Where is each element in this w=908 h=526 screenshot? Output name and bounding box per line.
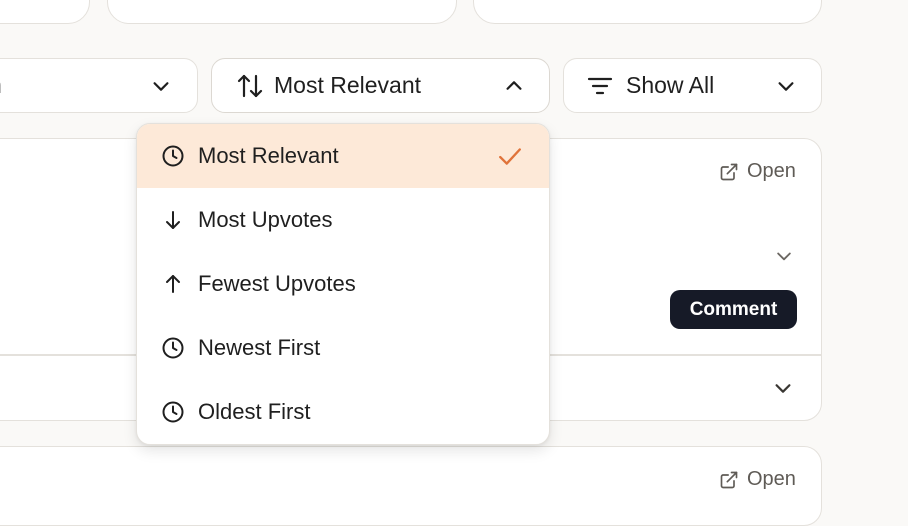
arrow-down-icon (166, 211, 180, 229)
sort-arrows-icon (237, 74, 263, 97)
sort-option-oldest-first[interactable]: Oldest First (137, 380, 549, 444)
external-link-icon (720, 471, 738, 488)
show-filter-label: Show All (626, 72, 715, 98)
chevron-down-icon (153, 81, 169, 91)
sort-option-label: Fewest Upvotes (198, 271, 356, 296)
chevron-up-icon (506, 80, 522, 90)
show-filter-dropdown[interactable]: Show All (563, 58, 822, 113)
open-post-label: Open (747, 160, 796, 182)
chevron-down-icon (778, 81, 794, 91)
top-card-left[interactable] (0, 0, 90, 24)
sort-option-label: Most Relevant (198, 143, 339, 168)
expand-chevron-icon[interactable] (774, 246, 794, 266)
category-filter-label: n (0, 72, 2, 99)
sort-option-newest-first[interactable]: Newest First (137, 316, 549, 380)
sort-option-most-relevant[interactable]: Most Relevant (137, 124, 549, 188)
sort-menu: Most Relevant Most Upvotes Fewest Upvote… (136, 123, 550, 445)
sort-option-label: Most Upvotes (198, 207, 333, 232)
sort-option-label: Oldest First (198, 399, 311, 424)
open-post-label: Open (747, 468, 796, 490)
filter-lines-icon (587, 77, 613, 94)
clock-icon (162, 145, 184, 167)
sort-dropdown-label: Most Relevant (274, 72, 422, 98)
post-card-2 (0, 446, 822, 526)
check-icon (499, 148, 521, 165)
open-post-link[interactable]: Open (719, 160, 796, 183)
category-filter-dropdown[interactable]: n (0, 58, 198, 113)
clock-icon (162, 337, 184, 359)
external-link-icon (720, 163, 738, 180)
sort-option-fewest-upvotes[interactable]: Fewest Upvotes (137, 252, 549, 316)
expand-chevron-icon[interactable] (772, 377, 794, 399)
open-post-link-2[interactable]: Open (719, 468, 796, 491)
arrow-up-icon (166, 275, 180, 293)
comment-button[interactable]: Comment (670, 290, 797, 329)
sort-dropdown[interactable]: Most Relevant (211, 58, 550, 113)
top-card-middle[interactable] (107, 0, 457, 24)
sort-option-most-upvotes[interactable]: Most Upvotes (137, 188, 549, 252)
sort-option-label: Newest First (198, 335, 321, 360)
clock-icon (162, 401, 184, 423)
top-card-right[interactable] (473, 0, 822, 24)
